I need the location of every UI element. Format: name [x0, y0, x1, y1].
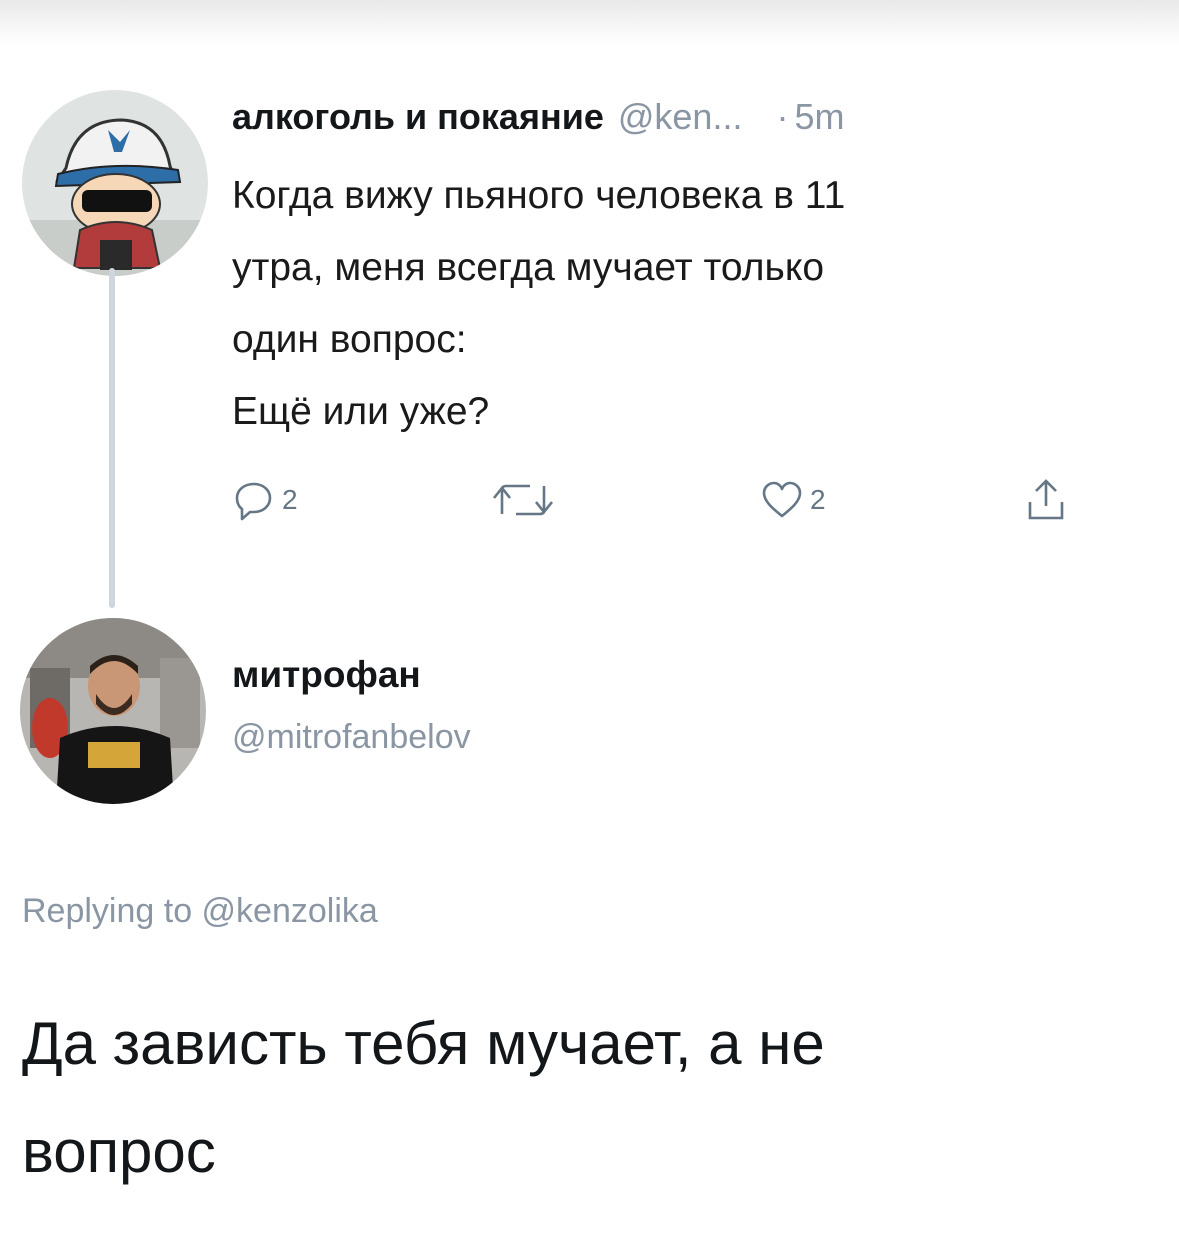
reply-icon	[232, 478, 276, 522]
parent-tweet-header: алкоголь и покаяние @ken... · 5m	[232, 96, 844, 146]
reply-count: 2	[282, 484, 298, 515]
parent-author-name[interactable]: алкоголь и покаяние	[232, 96, 604, 138]
reply-tweet-text: Да зависть тебя мучает, а не вопрос	[22, 990, 1142, 1206]
retweet-button[interactable]	[488, 470, 558, 530]
reply-tweet-line: Да зависть тебя мучает, а не	[22, 1010, 825, 1077]
parent-author-avatar[interactable]	[22, 90, 208, 276]
reply-author-handle[interactable]: @mitrofanbelov	[232, 718, 471, 757]
reply-author-avatar[interactable]	[20, 618, 206, 804]
like-icon	[760, 478, 804, 522]
parent-tweet-time[interactable]: 5m	[794, 96, 844, 138]
tweet-action-bar: 2 2	[232, 470, 1112, 540]
thread-connector-line	[109, 268, 115, 608]
like-button[interactable]: 2	[760, 470, 826, 530]
share-icon	[1024, 476, 1068, 524]
reply-author-name[interactable]: митрофан	[232, 654, 421, 696]
parent-author-handle[interactable]: @ken...	[618, 96, 743, 138]
parent-tweet-line: Ещё или уже?	[232, 390, 490, 433]
like-count: 2	[810, 484, 826, 515]
parent-tweet-text: Когда вижу пьяного человека в 11 утра, м…	[232, 160, 1132, 448]
parent-tweet-line: один вопрос:	[232, 318, 467, 361]
top-strip	[0, 0, 1179, 46]
parent-tweet-line: Когда вижу пьяного человека в 11	[232, 174, 846, 217]
retweet-icon	[488, 478, 558, 522]
replying-to-label[interactable]: Replying to @kenzolika	[22, 892, 378, 931]
parent-tweet-line: утра, меня всегда мучает только	[232, 246, 825, 289]
reply-button[interactable]: 2	[232, 470, 298, 530]
reply-tweet-line: вопрос	[22, 1118, 216, 1185]
share-button[interactable]	[1024, 470, 1068, 530]
header-separator: ·	[776, 96, 789, 137]
